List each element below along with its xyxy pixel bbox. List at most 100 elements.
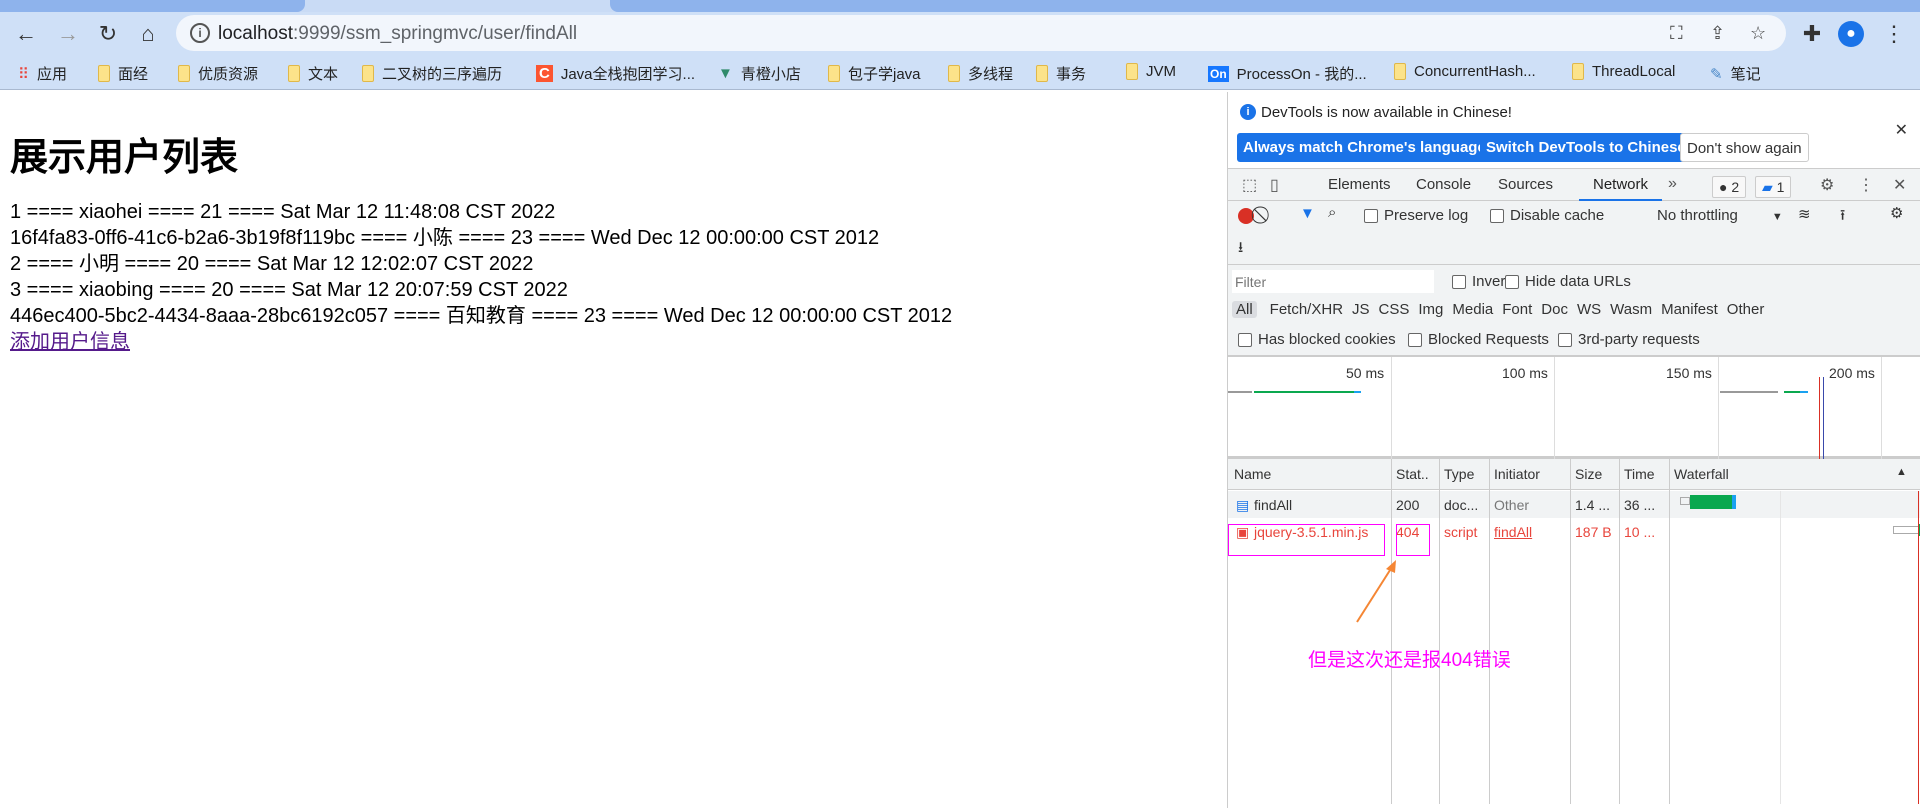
waterfall-bar — [1893, 526, 1920, 534]
bookmark-item[interactable]: ConcurrentHash... — [1394, 63, 1536, 80]
hide-data-label: Hide data URLs — [1525, 273, 1631, 290]
bookmark-item[interactable]: 多线程 — [948, 63, 1013, 84]
switch-chinese-button[interactable]: Switch DevTools to Chinese — [1480, 133, 1692, 162]
import-icon[interactable]: ⭱ — [1840, 205, 1845, 230]
tab-console[interactable]: Console — [1416, 169, 1471, 201]
bookmark-label: 面经 — [118, 66, 149, 83]
filter-input[interactable] — [1232, 270, 1434, 293]
more-tabs-icon[interactable]: » — [1668, 175, 1677, 193]
device-toolbar-icon[interactable]: ▯ — [1270, 175, 1279, 195]
type-filter-doc[interactable]: Doc — [1541, 301, 1568, 318]
col-waterfall[interactable]: Waterfall — [1674, 466, 1729, 482]
type-filter-css[interactable]: CSS — [1379, 301, 1410, 318]
requests-table: Name Stat.. Type Initiator Size Time Wat… — [1228, 459, 1920, 804]
errors-badge[interactable]: ● 2 — [1712, 176, 1747, 198]
home-icon[interactable]: ⌂ — [132, 18, 164, 50]
forward-icon[interactable]: → — [52, 18, 84, 50]
type-filter-media[interactable]: Media — [1452, 301, 1493, 318]
type-filter-img[interactable]: Img — [1418, 301, 1443, 318]
close-devtools-icon[interactable]: ✕ — [1893, 175, 1906, 195]
filter-icon[interactable]: ▼ — [1300, 205, 1315, 222]
bookmark-item[interactable]: On ProcessOn - 我的... — [1208, 63, 1367, 84]
more-icon[interactable]: ⋮ — [1858, 175, 1874, 195]
extensions-icon[interactable]: ✚ — [1796, 18, 1828, 50]
type-filter-other[interactable]: Other — [1727, 301, 1765, 318]
bookmark-item[interactable]: ThreadLocal — [1572, 63, 1675, 80]
bookmark-label: ThreadLocal — [1592, 63, 1676, 80]
request-status: 200 — [1396, 497, 1420, 513]
back-icon[interactable]: ← — [10, 18, 42, 50]
bookmark-item[interactable]: ▼ 青橙小店 — [718, 63, 801, 84]
highlight-box-status — [1396, 524, 1430, 556]
search-icon[interactable]: ⌕ — [1328, 204, 1336, 221]
blocked-cookies-checkbox[interactable]: Has blocked cookies — [1238, 331, 1396, 348]
type-filter-all[interactable]: All — [1232, 301, 1257, 318]
star-icon[interactable]: ☆ — [1750, 23, 1766, 44]
dont-show-button[interactable]: Don't show again — [1680, 133, 1809, 162]
translate-icon[interactable]: ⛶ — [1670, 23, 1683, 44]
bookmark-label: 多线程 — [968, 66, 1014, 83]
address-bar[interactable]: i localhost:9999/ssm_springmvc/user/find… — [176, 15, 1786, 51]
close-icon[interactable]: ✕ — [1895, 120, 1908, 140]
highlight-box-name — [1228, 524, 1385, 556]
processon-icon: On — [1208, 65, 1229, 82]
col-initiator[interactable]: Initiator — [1494, 466, 1540, 482]
tab-sources[interactable]: Sources — [1498, 169, 1553, 201]
initiator-link[interactable]: findAll — [1494, 524, 1532, 540]
export-icon[interactable]: ⭳ — [1238, 237, 1243, 262]
blocked-requests-checkbox[interactable]: Blocked Requests — [1408, 331, 1549, 348]
tab-network[interactable]: Network — [1579, 169, 1663, 201]
add-user-link[interactable]: 添加用户信息 — [10, 331, 130, 353]
col-type[interactable]: Type — [1444, 466, 1474, 482]
match-language-button[interactable]: Always match Chrome's language — [1237, 133, 1492, 162]
col-status[interactable]: Stat.. — [1396, 466, 1429, 482]
throttling-select[interactable]: No throttling ▼ — [1657, 207, 1783, 224]
bookmark-item[interactable]: 面经 — [98, 63, 148, 84]
third-party-checkbox[interactable]: 3rd-party requests — [1558, 331, 1700, 348]
waterfall-bar — [1680, 497, 1690, 505]
menu-icon[interactable]: ⋮ — [1878, 18, 1910, 50]
col-time[interactable]: Time — [1624, 466, 1655, 482]
record-icon[interactable] — [1238, 208, 1254, 224]
reload-icon[interactable]: ↻ — [92, 18, 124, 50]
col-name[interactable]: Name — [1234, 466, 1271, 482]
bookmark-item[interactable]: 包子学java — [828, 63, 921, 84]
table-row[interactable]: ▤ findAll 200 doc... Other 1.4 ... 36 ..… — [1228, 491, 1920, 518]
type-filter-fetch-xhr[interactable]: Fetch/XHR — [1270, 301, 1343, 318]
overview-tick: 100 ms — [1502, 365, 1548, 381]
type-filter-font[interactable]: Font — [1502, 301, 1532, 318]
bookmark-item[interactable]: 二叉树的三序遍历 — [362, 63, 502, 84]
network-settings-icon[interactable]: ⚙ — [1890, 204, 1903, 222]
disable-cache-checkbox[interactable]: Disable cache — [1490, 207, 1604, 224]
preserve-log-label: Preserve log — [1384, 207, 1469, 224]
apps-grid-icon: ⠿ — [18, 65, 29, 83]
page-content: 展示用户列表 1 ==== xiaohei ==== 21 ==== Sat M… — [10, 92, 1220, 355]
bookmark-item[interactable]: ⠿ 应用 — [18, 63, 67, 84]
type-filter-wasm[interactable]: Wasm — [1610, 301, 1652, 318]
hide-data-urls-checkbox[interactable]: Hide data URLs — [1505, 273, 1631, 290]
invert-checkbox[interactable]: Invert — [1452, 273, 1510, 290]
bookmark-item[interactable]: JVM — [1126, 63, 1176, 80]
bookmark-item[interactable]: 优质资源 — [178, 63, 258, 84]
bookmark-item[interactable]: C Java全栈抱团学习... — [536, 63, 695, 84]
type-filter-js[interactable]: JS — [1352, 301, 1370, 318]
type-filter-manifest[interactable]: Manifest — [1661, 301, 1718, 318]
col-size[interactable]: Size — [1575, 466, 1602, 482]
bookmark-item[interactable]: ✎ 笔记 — [1710, 63, 1761, 84]
folder-icon — [1126, 63, 1138, 80]
type-filter-ws[interactable]: WS — [1577, 301, 1601, 318]
network-overview[interactable]: 50 ms 100 ms 150 ms 200 ms — [1228, 357, 1920, 459]
bookmark-item[interactable]: 文本 — [288, 63, 338, 84]
info-icon[interactable]: i — [190, 23, 210, 43]
bookmark-item[interactable]: 事务 — [1036, 63, 1086, 84]
share-icon[interactable]: ⇪ — [1710, 23, 1725, 44]
preserve-log-checkbox[interactable]: Preserve log — [1364, 207, 1468, 224]
settings-icon[interactable]: ⚙ — [1820, 175, 1834, 195]
messages-badge[interactable]: ▰ 1 — [1755, 176, 1792, 198]
errors-count: 2 — [1731, 179, 1740, 195]
inspect-icon[interactable]: ⬚ — [1242, 175, 1257, 195]
tab-elements[interactable]: Elements — [1328, 169, 1391, 201]
network-conditions-icon[interactable]: ≋ — [1798, 205, 1811, 223]
sort-ascending-icon[interactable]: ▲ — [1896, 466, 1907, 478]
avatar[interactable]: ● — [1838, 21, 1864, 47]
